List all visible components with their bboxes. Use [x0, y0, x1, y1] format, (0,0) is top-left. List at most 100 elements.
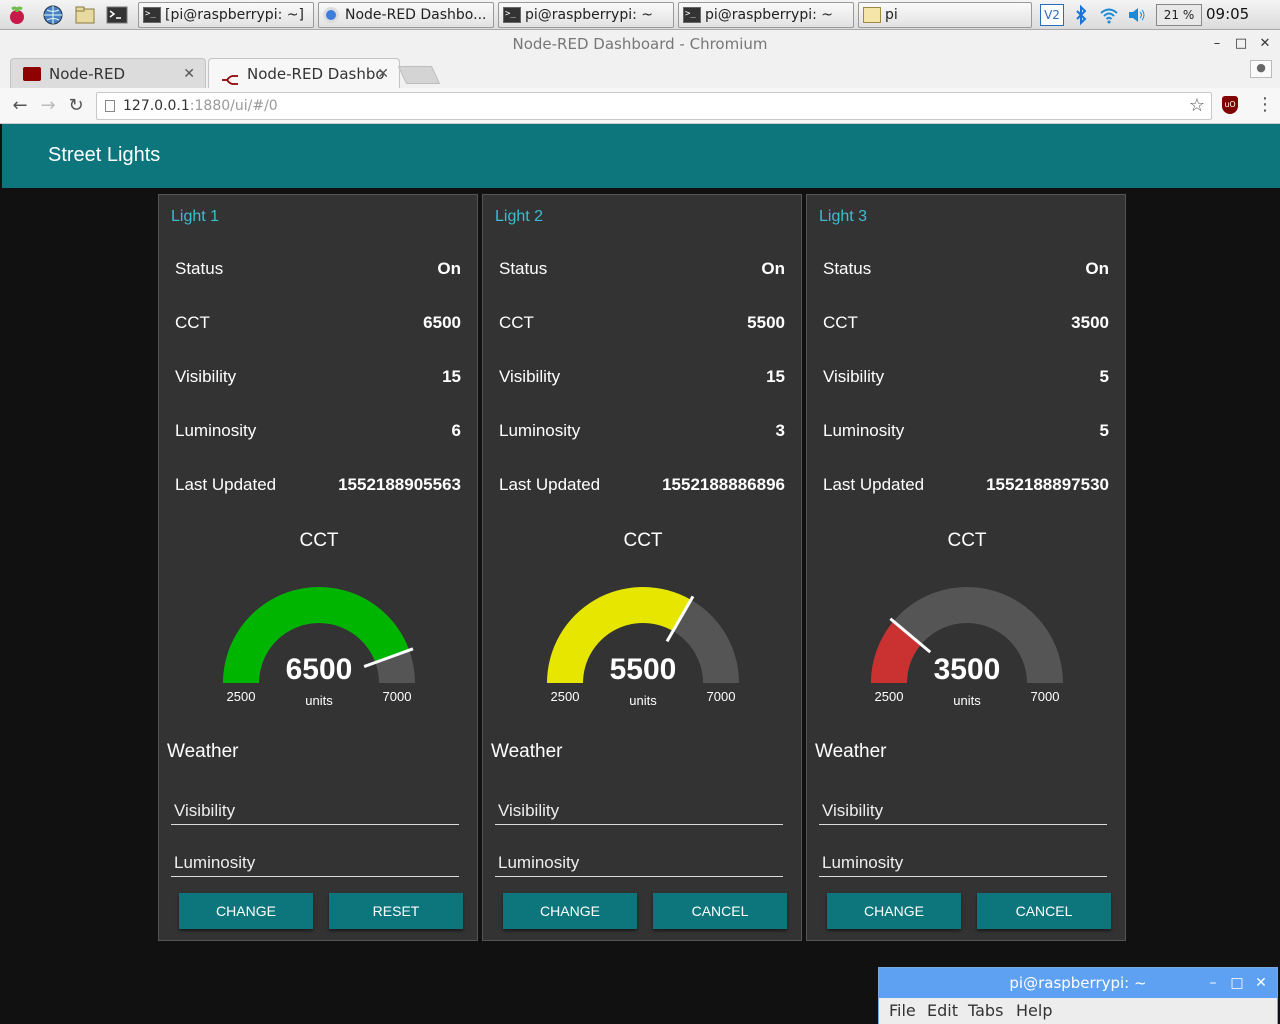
reload-icon[interactable]: ↻	[64, 94, 88, 118]
terminal-icon	[143, 7, 161, 23]
menu-help[interactable]: Help	[1016, 998, 1052, 1024]
tab-close-icon[interactable]: ✕	[377, 59, 389, 89]
luminosity-input[interactable]: Luminosity	[495, 847, 783, 877]
node-red-icon	[221, 67, 239, 85]
last-updated-label: Last Updated	[175, 475, 277, 494]
terminal-icon	[683, 7, 701, 23]
luminosity-input[interactable]: Luminosity	[819, 847, 1107, 877]
cancel-button[interactable]: CANCEL	[977, 893, 1111, 929]
bluetooth-icon[interactable]	[1070, 4, 1092, 26]
terminal-menubar: File Edit Tabs Help	[879, 998, 1277, 1024]
luminosity-input[interactable]: Luminosity	[171, 847, 459, 877]
taskbar-button-terminal-1[interactable]: [pi@raspberrypi: ~]	[138, 2, 314, 28]
bookmark-star-icon[interactable]: ☆	[1189, 93, 1205, 119]
light-card: Light 3 Status On CCT 3500 Visibility 5 Luminos…	[806, 194, 1126, 941]
cct-gauge: 6500 units 2500 7000	[223, 586, 415, 708]
cct-row: CCT 5500	[499, 313, 785, 337]
minimize-icon[interactable]: –	[1203, 968, 1223, 998]
maximize-icon[interactable]: □	[1230, 30, 1252, 58]
cct-value: 6500	[423, 313, 461, 332]
web-browser-icon[interactable]	[42, 4, 64, 26]
cct-label: CCT	[175, 313, 210, 332]
clock[interactable]: 09:05	[1206, 5, 1249, 23]
browser-toolbar: ← → ↻ 127.0.0.1:1880/ui/#/0 ☆	[0, 88, 1280, 124]
new-tab-button[interactable]	[397, 66, 441, 84]
vnc-icon[interactable]: V2	[1040, 4, 1064, 26]
last-updated-row: Last Updated 1552188905563	[175, 475, 461, 499]
visibility-label: Visibility	[175, 367, 237, 386]
cct-row: CCT 3500	[823, 313, 1109, 337]
tab-close-icon[interactable]: ✕	[183, 59, 195, 89]
cpu-monitor[interactable]: 21 %	[1156, 4, 1202, 26]
card-title: Light 1	[171, 208, 220, 225]
raspberry-menu-icon[interactable]	[6, 4, 28, 26]
last-updated-value: 1552188905563	[338, 475, 461, 494]
visibility-label: Visibility	[823, 367, 885, 386]
luminosity-row: Luminosity 3	[499, 421, 785, 445]
cancel-button[interactable]: CANCEL	[653, 893, 787, 929]
card-title: Light 2	[495, 208, 544, 225]
visibility-input[interactable]: Visibility	[819, 795, 1107, 825]
taskbar-button-file-manager[interactable]: pi	[858, 2, 1032, 28]
url-path: :1880/ui/#/0	[189, 98, 278, 114]
minimize-icon[interactable]: –	[1206, 30, 1228, 58]
menu-icon[interactable]: ⋮	[1256, 94, 1274, 115]
visibility-input[interactable]: Visibility	[495, 795, 783, 825]
file-manager-icon[interactable]	[74, 4, 96, 26]
back-icon[interactable]: ←	[8, 94, 32, 118]
gauge-value: 5500	[610, 653, 677, 686]
status-label: Status	[175, 259, 224, 278]
url-host: 127.0.0.1	[123, 98, 190, 114]
visibility-value: 5	[1099, 367, 1109, 386]
light-card: Light 2 Status On CCT 5500 Visibility 15 Lumino…	[482, 194, 802, 941]
gauge-value: 6500	[286, 653, 353, 686]
cct-gauge: 5500 units 2500 7000	[547, 586, 739, 708]
gauge-units: units	[629, 693, 657, 708]
menu-edit[interactable]: Edit	[927, 998, 958, 1024]
taskbar-button-terminal-3[interactable]: pi@raspberrypi: ~	[678, 2, 854, 28]
dashboard-header: Street Lights	[2, 124, 1280, 188]
address-bar[interactable]: 127.0.0.1:1880/ui/#/0 ☆	[96, 92, 1212, 120]
weather-heading: Weather	[491, 741, 563, 762]
taskbar-button-chromium[interactable]: Node-RED Dashbo...	[318, 2, 494, 28]
gauge-title: CCT	[299, 530, 339, 551]
volume-icon[interactable]	[1126, 4, 1148, 26]
tab-node-red[interactable]: Node-RED ✕	[10, 58, 206, 88]
ublock-icon[interactable]: uO	[1222, 96, 1238, 114]
change-button[interactable]: CHANGE	[179, 893, 313, 929]
visibility-row: Visibility 15	[175, 367, 461, 391]
forward-icon[interactable]: →	[36, 94, 60, 118]
profile-icon[interactable]: ●	[1250, 60, 1272, 78]
gauge-max-label: 7000	[383, 689, 412, 704]
change-button[interactable]: CHANGE	[827, 893, 961, 929]
luminosity-value: 6	[451, 421, 461, 440]
cct-label: CCT	[499, 313, 534, 332]
terminal-window[interactable]: pi@raspberrypi: ~ – □ ✕ File Edit Tabs H…	[878, 967, 1278, 1024]
taskbar-button-terminal-2[interactable]: pi@raspberrypi: ~	[498, 2, 674, 28]
tab-label: Node-RED Dashbo	[247, 65, 385, 83]
taskbar: [pi@raspberrypi: ~] Node-RED Dashbo... p…	[0, 0, 1280, 30]
last-updated-row: Last Updated 1552188886896	[499, 475, 785, 499]
gauge-title: CCT	[947, 530, 987, 551]
close-icon[interactable]: ✕	[1254, 30, 1276, 58]
close-icon[interactable]: ✕	[1251, 968, 1271, 998]
menu-tabs[interactable]: Tabs	[968, 998, 1003, 1024]
change-button[interactable]: CHANGE	[503, 893, 637, 929]
terminal-launcher-icon[interactable]	[106, 4, 128, 26]
tab-node-red-dashboard[interactable]: Node-RED Dashbo ✕	[208, 58, 400, 88]
luminosity-row: Luminosity 5	[823, 421, 1109, 445]
wifi-icon[interactable]	[1098, 4, 1120, 26]
chromium-icon	[323, 7, 339, 23]
maximize-icon[interactable]: □	[1227, 968, 1247, 998]
menu-file[interactable]: File	[889, 998, 916, 1024]
last-updated-value: 1552188897530	[986, 475, 1109, 494]
gauge-min-label: 2500	[551, 689, 580, 704]
light-card: Light 1 Status On CCT 6500 Visibility 15 Lumino…	[158, 194, 478, 941]
gauge-max-label: 7000	[707, 689, 736, 704]
luminosity-row: Luminosity 6	[175, 421, 461, 445]
reset-button[interactable]: RESET	[329, 893, 463, 929]
luminosity-value: 3	[775, 421, 785, 440]
visibility-input[interactable]: Visibility	[171, 795, 459, 825]
status-row: Status On	[175, 259, 461, 283]
luminosity-value: 5	[1099, 421, 1109, 440]
